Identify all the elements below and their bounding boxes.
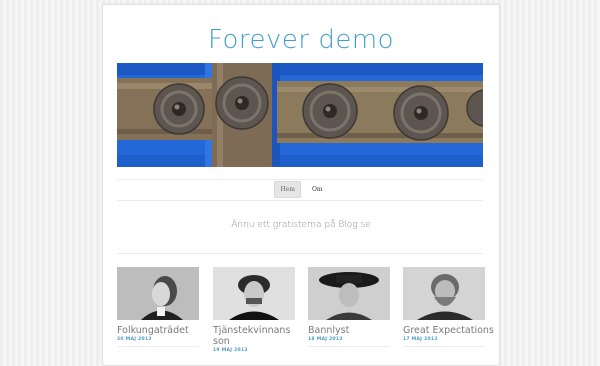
post-date: 17 MAJ 2012 <box>403 337 438 342</box>
post-thumbnail[interactable] <box>403 267 485 320</box>
post-title[interactable]: Great Expectations <box>403 325 494 336</box>
post-date: 20 MAJ 2012 <box>117 337 152 342</box>
post-date: 19 MAJ 2012 <box>213 348 248 353</box>
site-title[interactable]: Forever demo <box>103 25 499 55</box>
nav-item-home[interactable]: Hem <box>274 181 301 198</box>
post-card[interactable]: Great Expectations 17 MAJ 2012 <box>403 267 494 347</box>
main-nav: Hem Om <box>103 181 499 198</box>
nav-item-about[interactable]: Om <box>307 182 328 197</box>
post-date: 18 MAJ 2012 <box>308 337 343 342</box>
post-thumbnail[interactable] <box>308 267 390 320</box>
post-title[interactable]: Tjänstekvinnans son <box>213 325 295 347</box>
post-divider <box>117 346 199 347</box>
nav-bottom-rule <box>117 200 483 201</box>
post-card[interactable]: Bannlyst 18 MAJ 2012 <box>308 267 390 347</box>
post-card[interactable]: Tjänstekvinnans son 19 MAJ 2012 <box>213 267 295 353</box>
post-title[interactable]: Bannlyst <box>308 325 390 336</box>
post-divider <box>308 346 390 347</box>
site-tagline: Ännu ett gratistema på Blog.se <box>231 220 371 230</box>
tagline-rule <box>117 253 483 254</box>
header-image <box>117 63 483 167</box>
post-divider <box>403 346 485 347</box>
post-thumbnail[interactable] <box>117 267 199 320</box>
nav-top-rule <box>117 179 483 180</box>
door-ornament-image <box>117 63 483 167</box>
page-container: Forever demo Hem Om Ännu ett gratistema … <box>102 4 500 366</box>
post-thumbnail[interactable] <box>213 267 295 320</box>
post-title[interactable]: Folkungaträdet <box>117 325 199 336</box>
post-card[interactable]: Folkungaträdet 20 MAJ 2012 <box>117 267 199 347</box>
